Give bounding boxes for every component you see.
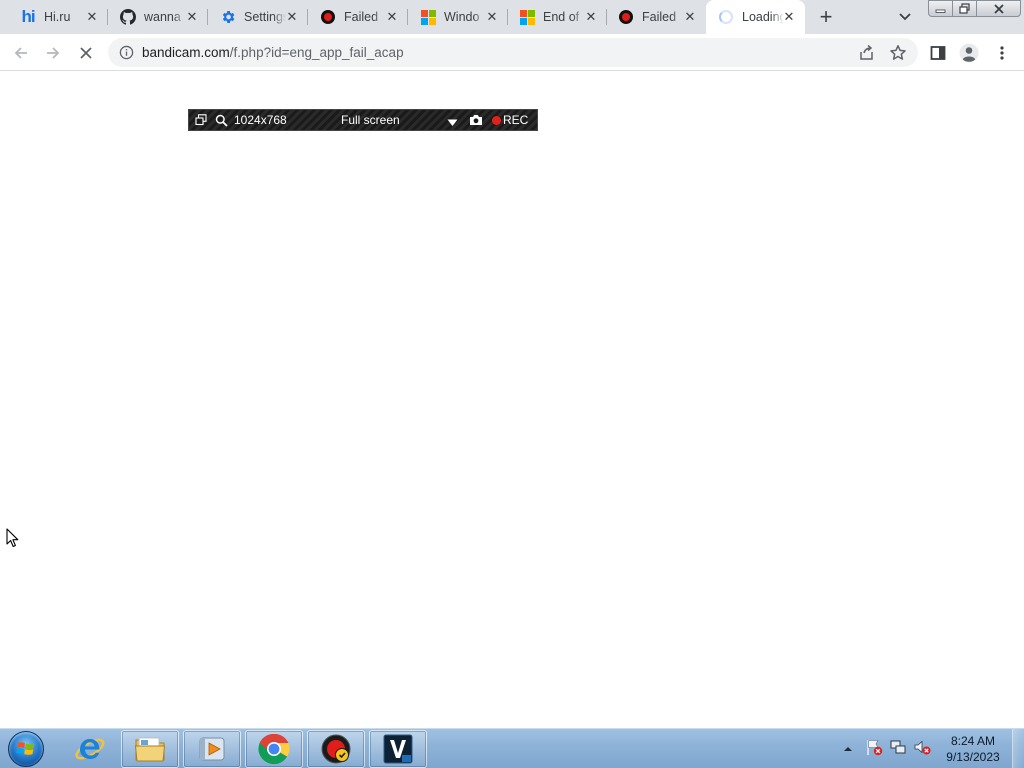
folder-icon (134, 737, 166, 762)
more-vertical-icon (1000, 46, 1004, 60)
start-button[interactable] (4, 730, 48, 768)
windows-taskbar: 8:24 AM 9/13/2023 (0, 728, 1024, 768)
back-arrow-icon (14, 47, 27, 59)
tab-end-of[interactable]: End of ✕ (507, 0, 607, 34)
close-tab-icon[interactable]: ✕ (384, 9, 400, 25)
forward-arrow-icon (47, 47, 60, 59)
url-text: bandicam.com/f.php?id=eng_app_fail_acap (142, 45, 404, 60)
taskbar-chrome[interactable] (245, 730, 303, 768)
microsoft-icon (519, 9, 535, 25)
zoom-search-icon[interactable] (215, 114, 228, 130)
tab-github[interactable]: wanna ✕ (108, 0, 208, 34)
gear-icon (220, 9, 236, 25)
bookmark-star-icon[interactable] (887, 42, 909, 64)
capture-mode[interactable]: Full screen (341, 113, 400, 127)
vegas-pro-icon (383, 734, 413, 764)
minimize-button[interactable] (928, 0, 953, 17)
close-icon (993, 3, 1004, 14)
mouse-cursor-icon (6, 528, 19, 548)
new-tab-button[interactable]: + (814, 6, 838, 28)
tab-title: Windo (444, 10, 480, 24)
side-panel-button[interactable] (927, 42, 949, 64)
address-bar[interactable]: bandicam.com/f.php?id=eng_app_fail_acap (108, 38, 918, 67)
url-path: /f.php?id=eng_app_fail_acap (229, 45, 404, 60)
clock-date: 9/13/2023 (946, 750, 1000, 764)
site-info-icon[interactable] (119, 45, 134, 60)
taskbar-internet-explorer[interactable] (61, 730, 119, 768)
tab-title: Failed (642, 10, 677, 24)
record-dot-icon (492, 116, 501, 125)
side-panel-icon (930, 46, 946, 60)
bandicam-capture-bar[interactable]: 1024x768 Full screen REC (188, 109, 538, 131)
tab-windows[interactable]: Windo ✕ (408, 0, 508, 34)
volume-muted-icon[interactable] (913, 738, 935, 761)
system-tray (843, 729, 935, 768)
chrome-icon (258, 733, 290, 765)
close-tab-icon[interactable]: ✕ (184, 9, 200, 25)
windows-logo-icon (8, 731, 44, 767)
avatar-icon (959, 43, 979, 63)
tab-title: Failed (344, 10, 379, 24)
stop-icon (80, 47, 92, 59)
tab-title: Settings (244, 10, 286, 24)
media-player-icon (199, 737, 225, 761)
taskbar-bandicam[interactable] (307, 730, 365, 768)
close-tab-icon[interactable]: ✕ (484, 9, 500, 25)
bandicam-icon (618, 9, 634, 25)
back-button[interactable] (10, 42, 32, 64)
tab-strip: hi Hi.ru ✕ wanna ✕ Settings ✕ Failed ✕ W… (0, 0, 1024, 34)
taskbar-media-player[interactable] (183, 730, 241, 768)
minimize-icon (935, 9, 945, 13)
window-select-icon[interactable] (195, 114, 207, 129)
camera-screenshot-icon[interactable] (469, 114, 483, 129)
tab-hi-ru[interactable]: hi Hi.ru ✕ (8, 0, 108, 34)
taskbar-file-explorer[interactable] (121, 730, 179, 768)
forward-button[interactable] (42, 42, 64, 64)
tab-title: Loading (742, 10, 784, 24)
restore-button[interactable] (952, 0, 977, 17)
bandicam-icon (321, 734, 351, 764)
stop-loading-button[interactable] (75, 42, 97, 64)
close-window-button[interactable] (976, 0, 1021, 17)
tab-loading[interactable]: Loading ✕ (706, 0, 805, 34)
github-icon (120, 9, 136, 25)
tab-search-chevron-icon[interactable] (895, 8, 915, 26)
tab-failed-2[interactable]: Failed ✕ (606, 0, 706, 34)
taskbar-vegas-pro[interactable] (369, 730, 427, 768)
tab-failed-1[interactable]: Failed ✕ (308, 0, 408, 34)
close-tab-icon[interactable]: ✕ (781, 9, 797, 25)
tab-title: End of (543, 10, 580, 24)
share-icon[interactable] (856, 42, 878, 64)
network-icon[interactable] (889, 738, 913, 761)
microsoft-icon (420, 9, 436, 25)
menu-button[interactable] (991, 42, 1013, 64)
mode-dropdown-icon[interactable] (447, 116, 458, 130)
url-host: bandicam.com (142, 45, 230, 60)
close-tab-icon[interactable]: ✕ (583, 9, 599, 25)
taskbar-clock[interactable]: 8:24 AM 9/13/2023 (936, 733, 1010, 765)
rec-label: REC (503, 113, 529, 127)
restore-icon (958, 3, 970, 14)
close-tab-icon[interactable]: ✕ (682, 9, 698, 25)
browser-toolbar: bandicam.com/f.php?id=eng_app_fail_acap (0, 34, 1024, 71)
tab-title: wanna (144, 10, 181, 24)
close-tab-icon[interactable]: ✕ (84, 9, 100, 25)
tab-settings[interactable]: Settings ✕ (208, 0, 308, 34)
capture-resolution: 1024x768 (234, 113, 287, 127)
tab-title: Hi.ru (44, 10, 71, 24)
hi-logo-icon: hi (21, 7, 35, 26)
internet-explorer-icon (75, 738, 105, 760)
action-center-flag-icon[interactable] (865, 738, 889, 761)
profile-button[interactable] (958, 42, 980, 64)
close-tab-icon[interactable]: ✕ (284, 9, 300, 25)
loading-spinner-icon (718, 9, 734, 25)
clock-time: 8:24 AM (950, 734, 996, 748)
bandicam-icon (320, 9, 336, 25)
show-desktop-button[interactable] (1012, 729, 1024, 768)
rec-button[interactable]: REC (492, 113, 528, 127)
tray-expand-arrow-icon[interactable] (843, 740, 859, 758)
